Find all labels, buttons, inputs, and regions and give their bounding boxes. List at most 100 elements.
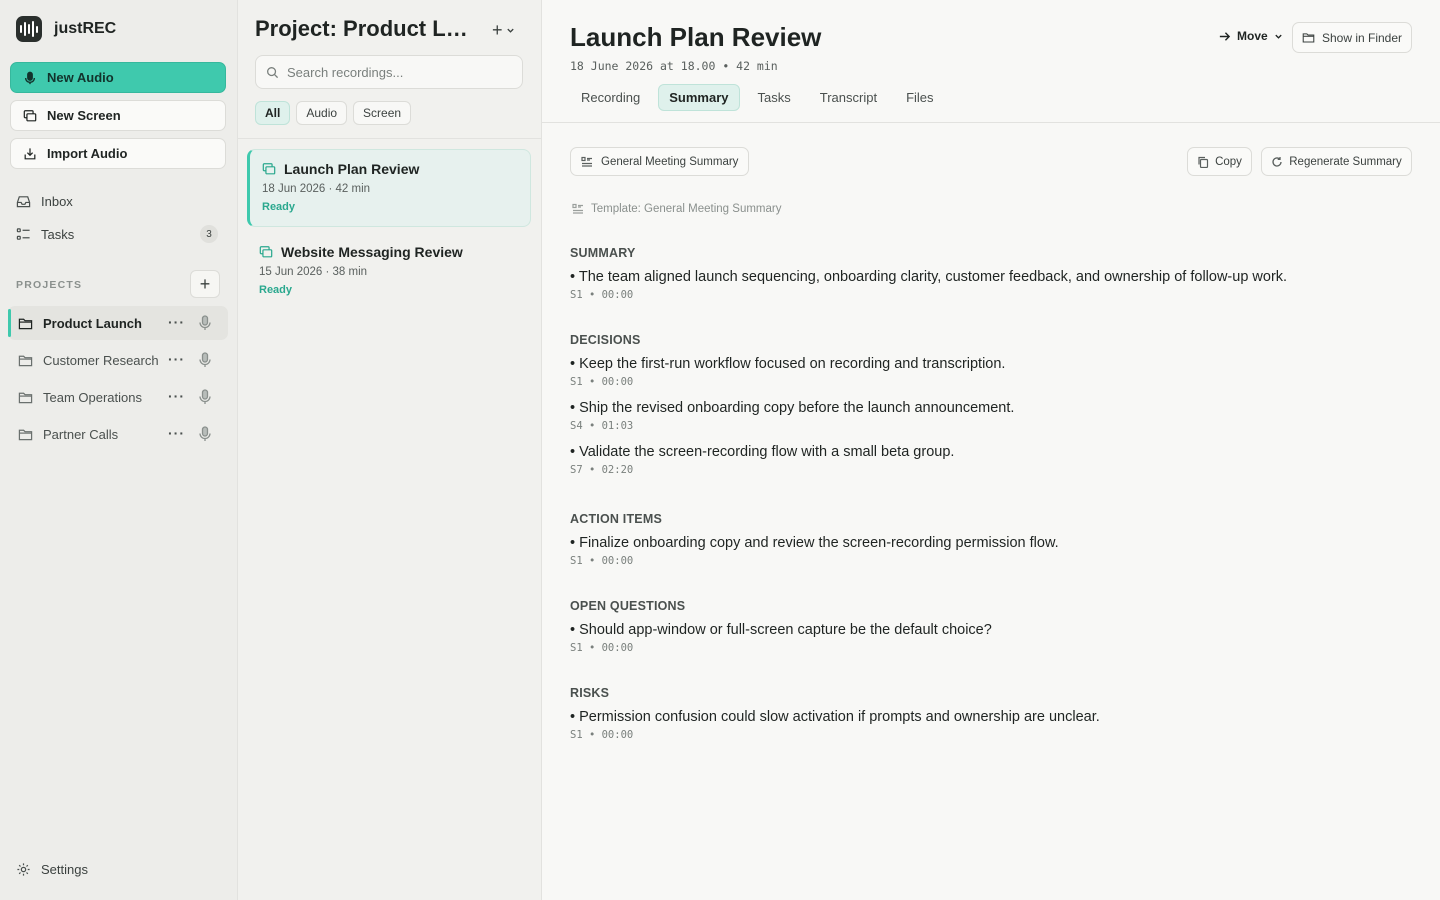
show-in-finder-label: Show in Finder [1321, 30, 1403, 45]
template-list-icon [581, 156, 592, 167]
section-heading: ACTION ITEMS [570, 512, 662, 526]
folder-icon [1302, 33, 1315, 43]
recording-item[interactable]: Launch Plan Review 18 Jun 2026 · 42 min … [247, 149, 531, 227]
summary-bullet: • Should app-window or full-screen captu… [570, 622, 992, 638]
refresh-icon [1272, 156, 1282, 167]
summary-bullet: • Keep the first-run workflow focused on… [570, 356, 1006, 372]
import-icon [24, 147, 36, 159]
summary-template-selector[interactable]: General Meeting Summary [570, 147, 750, 176]
recording-detail-title: Launch Plan Review [570, 22, 822, 52]
summary-section: SUMMARY • The team aligned launch sequen… [570, 246, 1410, 305]
timestamp-link[interactable]: S1 • 00:00 [570, 555, 1410, 567]
template-list-icon [572, 203, 583, 214]
more-options-icon[interactable]: ··· [168, 351, 185, 367]
regenerate-summary-button[interactable]: Regenerate Summary [1261, 147, 1412, 176]
recording-status: Ready [262, 201, 296, 213]
record-microphone-icon[interactable] [198, 389, 212, 405]
timestamp-link[interactable]: S4 • 01:03 [570, 420, 1410, 432]
add-project-button[interactable]: + [190, 270, 220, 298]
app-header: justREC [16, 16, 116, 42]
arrow-right-icon [1219, 31, 1231, 41]
record-microphone-icon[interactable] [198, 315, 212, 331]
tab-summary[interactable]: Summary [658, 84, 740, 111]
move-button[interactable]: Move [1218, 29, 1283, 43]
template-indicator: Template: General Meeting Summary [572, 203, 781, 215]
import-audio-label: Import Audio [47, 146, 128, 161]
tab-transcript[interactable]: Transcript [809, 84, 888, 111]
sidebar-item-tasks[interactable]: Tasks 3 [16, 222, 222, 246]
timestamp-link[interactable]: S1 • 00:00 [570, 289, 1410, 301]
recording-meta: 15 Jun 2026 · 38 min [259, 266, 368, 278]
chevron-down-icon [506, 28, 514, 33]
inbox-label: Inbox [41, 193, 73, 209]
inbox-icon [16, 195, 31, 207]
more-options-icon[interactable]: ··· [168, 314, 185, 330]
new-screen-button[interactable]: New Screen [10, 100, 226, 131]
section-heading: SUMMARY [570, 246, 636, 260]
folder-icon [18, 392, 33, 403]
recording-meta: 18 Jun 2026 · 42 min [262, 183, 371, 195]
divider [542, 122, 1440, 123]
new-screen-label: New Screen [47, 108, 121, 123]
recording-title: Launch Plan Review [284, 161, 420, 177]
copy-icon [1198, 156, 1209, 168]
filter-audio[interactable]: Audio [296, 101, 348, 125]
more-options-icon[interactable]: ··· [168, 388, 185, 404]
sidebar: justREC New Audio New Screen Import Audi… [0, 0, 238, 900]
copy-button[interactable]: Copy [1187, 147, 1252, 176]
sidebar-project-product-launch[interactable]: Product Launch ··· [8, 306, 228, 340]
folder-icon [18, 355, 33, 366]
tab-files[interactable]: Files [895, 84, 944, 111]
more-options-icon[interactable]: ··· [168, 425, 185, 441]
projects-section-label: PROJECTS [16, 279, 83, 291]
timestamp-link[interactable]: S7 • 02:20 [570, 464, 1410, 476]
screen-recording-icon [259, 246, 273, 258]
timestamp-link[interactable]: S1 • 00:00 [570, 642, 1410, 654]
sidebar-project-team-operations[interactable]: Team Operations ··· [8, 380, 228, 414]
summary-bullet: • Finalize onboarding copy and review th… [570, 535, 1059, 551]
summary-bullet: • Validate the screen-recording flow wit… [570, 444, 955, 460]
filter-chips: All Audio Screen [255, 101, 412, 125]
search-input[interactable] [287, 64, 507, 80]
sidebar-project-customer-research[interactable]: Customer Research ··· [8, 343, 228, 377]
section-heading: OPEN QUESTIONS [570, 599, 686, 613]
timestamp-link[interactable]: S1 • 00:00 [570, 376, 1410, 388]
sidebar-item-inbox[interactable]: Inbox [16, 189, 222, 213]
folder-icon [18, 429, 33, 440]
settings-button[interactable]: Settings [16, 862, 88, 877]
show-in-finder-button[interactable]: Show in Finder [1292, 22, 1412, 53]
microphone-icon [24, 71, 36, 84]
tasks-list-icon [16, 227, 30, 240]
regenerate-label: Regenerate Summary [1289, 155, 1402, 168]
record-microphone-icon[interactable] [198, 352, 212, 368]
detail-pane: Launch Plan Review 18 June 2026 at 18.00… [542, 0, 1440, 900]
section-heading: RISKS [570, 686, 610, 700]
new-audio-label: New Audio [47, 70, 114, 85]
summary-bullet: • The team aligned launch sequencing, on… [570, 269, 1288, 285]
app-name: justREC [54, 20, 117, 37]
filter-screen[interactable]: Screen [353, 101, 412, 125]
risks-section: RISKS • Permission confusion could slow … [570, 686, 1410, 745]
chevron-down-icon [1275, 34, 1282, 39]
project-name: Team Operations [43, 389, 142, 405]
template-indicator-text: Template: General Meeting Summary [591, 203, 782, 215]
divider [238, 138, 542, 139]
record-microphone-icon[interactable] [198, 426, 212, 442]
filter-all[interactable]: All [255, 101, 291, 125]
open-questions-section: OPEN QUESTIONS • Should app-window or fu… [570, 599, 1410, 658]
settings-label: Settings [41, 862, 88, 877]
tab-recording[interactable]: Recording [570, 84, 651, 111]
recording-status: Ready [259, 284, 293, 296]
new-audio-button[interactable]: New Audio [10, 62, 226, 93]
plus-icon: + [199, 273, 211, 294]
recording-detail-meta: 18 June 2026 at 18.00 • 42 min [570, 59, 778, 73]
import-audio-button[interactable]: Import Audio [10, 138, 226, 169]
timestamp-link[interactable]: S1 • 00:00 [570, 729, 1410, 741]
plus-icon: + [492, 20, 503, 40]
sidebar-project-partner-calls[interactable]: Partner Calls ··· [8, 417, 228, 451]
tab-tasks[interactable]: Tasks [747, 84, 802, 111]
recording-item[interactable]: Website Messaging Review 15 Jun 2026 · 3… [247, 233, 531, 311]
action-items-section: ACTION ITEMS • Finalize onboarding copy … [570, 512, 1410, 571]
add-recording-menu-button[interactable]: + [492, 20, 515, 41]
app-logo-icon [16, 16, 42, 42]
